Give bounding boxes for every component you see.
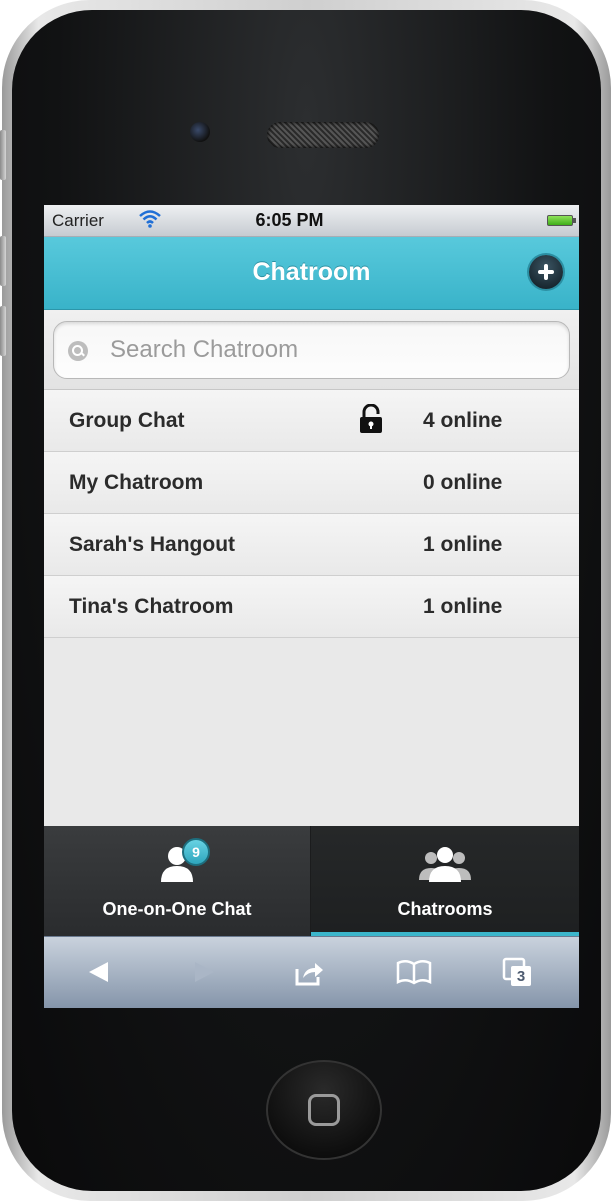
pages-count: 3 bbox=[516, 968, 526, 985]
tab-label: Chatrooms bbox=[397, 899, 493, 919]
chatroom-name: My Chatroom bbox=[69, 471, 204, 494]
chatroom-row[interactable]: My Chatroom 0 online bbox=[44, 452, 579, 514]
chatroom-row[interactable]: Tina's Chatroom 1 online bbox=[44, 576, 579, 638]
search-placeholder: Search Chatroom bbox=[110, 336, 299, 363]
earpiece-speaker bbox=[267, 122, 379, 148]
pages-icon[interactable]: 3 bbox=[502, 957, 534, 994]
search-input[interactable]: Search Chatroom bbox=[53, 321, 570, 379]
lock-icon bbox=[358, 403, 384, 434]
battery-icon bbox=[547, 215, 576, 226]
status-time: 6:05 PM bbox=[255, 210, 324, 230]
home-square-icon bbox=[308, 1094, 340, 1126]
app-screen: Carrier 6:05 PM Chatroom Search Chatroom… bbox=[44, 205, 579, 1008]
back-arrow-icon[interactable] bbox=[86, 959, 112, 990]
search-bar: Search Chatroom bbox=[44, 310, 579, 390]
chatroom-list: Group Chat 4 online My Chatroom 0 online… bbox=[44, 390, 579, 638]
online-count: 4 online bbox=[423, 409, 503, 432]
chatroom-name: Tina's Chatroom bbox=[69, 595, 234, 618]
online-count: 1 online bbox=[423, 533, 503, 556]
add-chatroom-button[interactable] bbox=[529, 255, 563, 289]
mute-switch bbox=[0, 130, 6, 180]
unread-badge: 9 bbox=[182, 838, 210, 866]
front-camera bbox=[190, 122, 210, 142]
tab-chatrooms[interactable]: Chatrooms bbox=[311, 826, 579, 936]
chatroom-name: Sarah's Hangout bbox=[69, 533, 236, 556]
volume-down-button bbox=[0, 306, 6, 356]
nav-header: Chatroom bbox=[44, 237, 579, 310]
share-icon[interactable] bbox=[294, 959, 324, 992]
browser-toolbar: 3 bbox=[44, 936, 579, 1008]
chatroom-name: Group Chat bbox=[69, 409, 185, 432]
tab-one-on-one-chat[interactable]: 9 One-on-One Chat bbox=[44, 826, 311, 936]
search-icon bbox=[68, 341, 88, 361]
home-button[interactable] bbox=[266, 1060, 382, 1160]
group-icon bbox=[417, 844, 473, 889]
online-count: 0 online bbox=[423, 471, 503, 494]
page-title: Chatroom bbox=[252, 258, 371, 286]
volume-up-button bbox=[0, 236, 6, 286]
bookmarks-icon[interactable] bbox=[396, 959, 432, 990]
forward-arrow-icon[interactable] bbox=[191, 959, 217, 990]
tab-label: One-on-One Chat bbox=[102, 899, 252, 919]
chatroom-row[interactable]: Group Chat 4 online bbox=[44, 390, 579, 452]
chatroom-row[interactable]: Sarah's Hangout 1 online bbox=[44, 514, 579, 576]
status-bar: Carrier 6:05 PM bbox=[44, 205, 579, 237]
tab-bar: 9 One-on-One Chat Chatrooms bbox=[44, 826, 579, 936]
online-count: 1 online bbox=[423, 595, 503, 618]
